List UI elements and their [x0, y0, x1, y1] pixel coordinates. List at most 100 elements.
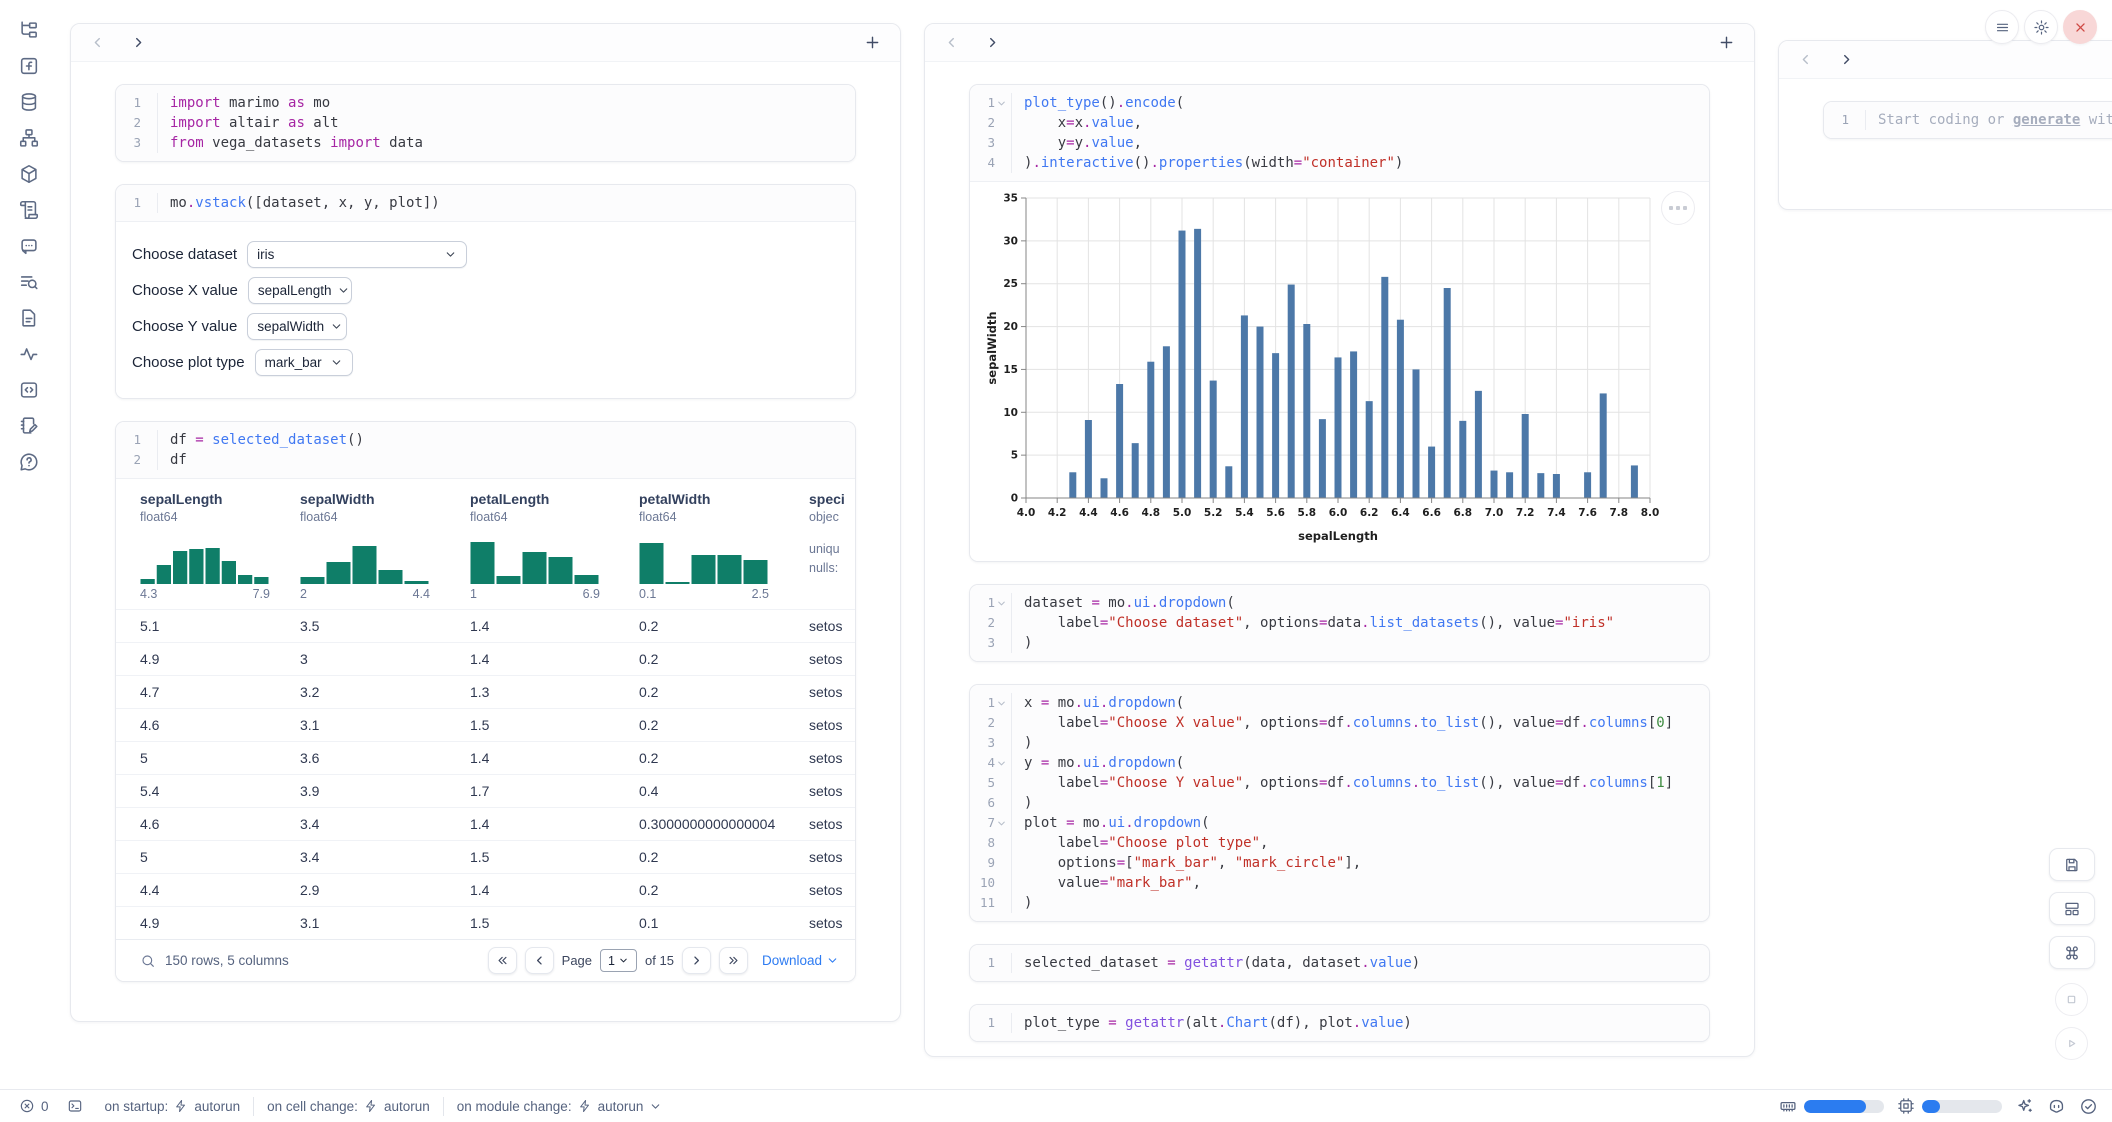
svg-text:6.8: 6.8: [1453, 507, 1472, 519]
collapse-chevron-icon[interactable]: [996, 598, 1007, 609]
connection-status-button[interactable]: [2079, 1097, 2098, 1116]
table-row[interactable]: 4.42.91.40.2setos: [116, 873, 855, 906]
scroll-column-right-button[interactable]: [1838, 51, 1855, 68]
table-row[interactable]: 5.43.91.70.4setos: [116, 774, 855, 807]
collapse-chevron-icon[interactable]: [996, 98, 1007, 109]
svg-text:6.0: 6.0: [1329, 507, 1348, 519]
collapse-chevron-icon[interactable]: [996, 818, 1007, 829]
ai-assistant-button[interactable]: [2015, 1097, 2034, 1116]
code-content: ).interactive().properties(width="contai…: [1012, 153, 1403, 173]
sidebar-snippets-icon[interactable]: [18, 379, 40, 401]
save-button[interactable]: [2049, 848, 2095, 881]
code-editor[interactable]: 1import marimo as mo2import altair as al…: [116, 85, 855, 161]
sidebar-dependency-graph-icon[interactable]: [18, 127, 40, 149]
table-column-header[interactable]: sepalLengthfloat644.37.9: [116, 491, 276, 601]
sidebar-chat-assistant-icon[interactable]: [18, 235, 40, 257]
add-cell-button[interactable]: [1717, 33, 1736, 52]
code-editor[interactable]: 1Start coding or generate with AI: [1824, 102, 2112, 138]
svg-text:4.0: 4.0: [1017, 507, 1036, 519]
column-max: 2.5: [752, 587, 769, 601]
chart-actions-button[interactable]: [1661, 191, 1695, 225]
sidebar-function-icon[interactable]: [18, 55, 40, 77]
code-editor[interactable]: 1plot_type = getattr(alt.Chart(df), plot…: [970, 1005, 1709, 1041]
column-histogram[interactable]: [639, 538, 785, 584]
generate-with-ai-link[interactable]: generate: [2013, 112, 2080, 128]
sidebar-file-tree-icon[interactable]: [18, 19, 40, 41]
ram-usage[interactable]: [1779, 1097, 1884, 1115]
table-column-header[interactable]: petalLengthfloat6416.9: [446, 491, 615, 601]
scroll-column-right-button[interactable]: [984, 34, 1001, 51]
menu-button[interactable]: [1985, 10, 2019, 44]
column-histogram[interactable]: [470, 538, 615, 584]
dropdown-select[interactable]: mark_bar: [255, 349, 353, 376]
run-mode-1-button[interactable]: on startup:autorun: [92, 1099, 254, 1114]
previous-page-button[interactable]: [525, 947, 554, 974]
search-icon[interactable]: [140, 953, 156, 969]
first-page-button[interactable]: [488, 947, 517, 974]
table-row[interactable]: 5.13.51.40.2setos: [116, 609, 855, 642]
dropdown-select[interactable]: sepalWidth: [247, 313, 347, 340]
gutter-spacer: [996, 858, 1007, 869]
errors-indicator[interactable]: 0: [10, 1098, 58, 1114]
sidebar-package-icon[interactable]: [18, 163, 40, 185]
sidebar-script-icon[interactable]: [18, 199, 40, 221]
sidebar-tracing-icon[interactable]: [18, 343, 40, 365]
copilot-button[interactable]: [2047, 1097, 2066, 1116]
table-row[interactable]: 53.61.40.2setos: [116, 741, 855, 774]
table-row[interactable]: 53.41.50.2setos: [116, 840, 855, 873]
code-editor[interactable]: 1x = mo.ui.dropdown(2 label="Choose X va…: [970, 685, 1709, 921]
layout-toggle-button[interactable]: [2049, 892, 2095, 925]
sidebar-database-icon[interactable]: [18, 91, 40, 113]
code-editor[interactable]: 1selected_dataset = getattr(data, datase…: [970, 945, 1709, 981]
code-editor[interactable]: 1dataset = mo.ui.dropdown(2 label="Choos…: [970, 585, 1709, 661]
run-mode-2-button[interactable]: on cell change:autorun: [254, 1099, 443, 1114]
svg-text:15: 15: [1003, 364, 1018, 376]
svg-text:6.2: 6.2: [1360, 507, 1379, 519]
column-histogram[interactable]: [140, 538, 276, 584]
dropdown-select[interactable]: sepalLength: [248, 277, 352, 304]
sidebar-scratchpad-icon[interactable]: [18, 415, 40, 437]
scroll-column-left-button[interactable]: [1797, 51, 1814, 68]
line-number-gutter: 1: [1824, 110, 1866, 130]
last-page-button[interactable]: [719, 947, 748, 974]
table-column-header[interactable]: petalWidthfloat640.12.5: [615, 491, 785, 601]
table-row[interactable]: 4.93.11.50.1setos: [116, 906, 855, 939]
run-mode-3-button[interactable]: on module change:autorun: [444, 1099, 676, 1114]
table-column-header[interactable]: sepalWidthfloat6424.4: [276, 491, 446, 601]
cpu-usage[interactable]: [1897, 1097, 2002, 1115]
download-button[interactable]: Download: [762, 953, 839, 968]
keyboard-shortcuts-button[interactable]: [2049, 936, 2095, 969]
add-cell-button[interactable]: [863, 33, 882, 52]
sidebar-search-list-icon[interactable]: [18, 271, 40, 293]
table-column-header[interactable]: speciobjecuniqunulls:: [785, 491, 855, 601]
terminal-button[interactable]: [58, 1098, 92, 1114]
line-number: 3: [987, 633, 995, 653]
code-editor[interactable]: 1mo.vstack([dataset, x, y, plot]): [116, 185, 855, 221]
run-button[interactable]: [2055, 1027, 2088, 1060]
collapse-chevron-icon[interactable]: [996, 698, 1007, 709]
scroll-column-left-button[interactable]: [943, 34, 960, 51]
table-row[interactable]: 4.73.21.30.2setos: [116, 675, 855, 708]
line-number: 4: [987, 153, 995, 173]
table-row[interactable]: 4.63.41.40.3000000000000004setos: [116, 807, 855, 840]
page-select[interactable]: 1: [600, 949, 637, 972]
code-editor[interactable]: 1plot_type().encode(2 x=x.value,3 y=y.va…: [970, 85, 1709, 181]
scroll-column-left-button[interactable]: [89, 34, 106, 51]
svg-text:7.0: 7.0: [1485, 507, 1504, 519]
sidebar-document-icon[interactable]: [18, 307, 40, 329]
settings-gear-button[interactable]: [2024, 10, 2058, 44]
table-row[interactable]: 4.931.40.2setos: [116, 642, 855, 675]
next-page-button[interactable]: [682, 947, 711, 974]
close-button[interactable]: [2063, 10, 2097, 44]
sidebar-help-icon[interactable]: [18, 451, 40, 473]
lightning-icon: [364, 1099, 378, 1113]
collapse-chevron-icon[interactable]: [996, 758, 1007, 769]
bar-chart[interactable]: 4.04.24.44.64.85.05.25.45.65.86.06.26.46…: [986, 188, 1709, 562]
stop-button[interactable]: [2055, 983, 2088, 1016]
code-editor[interactable]: 1df = selected_dataset()2df: [116, 422, 855, 478]
dropdown-select[interactable]: iris: [247, 241, 467, 268]
column-histogram[interactable]: [300, 538, 446, 584]
table-row[interactable]: 4.63.11.50.2setos: [116, 708, 855, 741]
scroll-column-right-button[interactable]: [130, 34, 147, 51]
table-cell: 0.2: [615, 717, 785, 733]
